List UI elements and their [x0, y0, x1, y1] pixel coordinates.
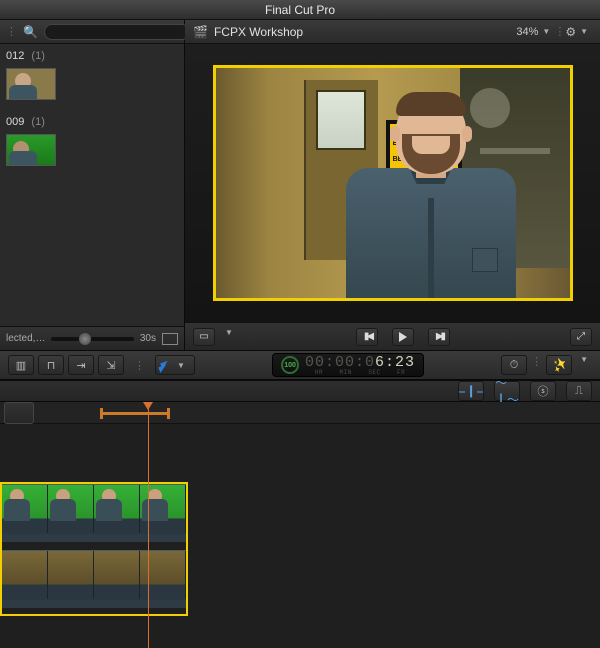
- audio-skimming-toggle[interactable]: 〜┃〜: [494, 381, 520, 401]
- search-input[interactable]: [44, 24, 190, 40]
- next-frame-button[interactable]: ▶▮: [428, 328, 450, 346]
- divider-icon: ⋮: [554, 25, 565, 38]
- event-group: 009 (1): [0, 114, 184, 170]
- filmstrip-icon[interactable]: [162, 333, 178, 345]
- timecode-dashboard[interactable]: 100 00:00:06:23 HR MIN SEC FR: [272, 353, 424, 377]
- selection-status: lected,…: [6, 333, 45, 344]
- clip-filmstrip-frame: [48, 551, 94, 599]
- timeline-ruler[interactable]: [0, 402, 600, 424]
- browser-toolbar: ⋮ 🔍: [0, 20, 184, 44]
- clip-filmstrip-frame: [94, 551, 140, 599]
- zoom-level[interactable]: 34%: [516, 26, 538, 38]
- event-browser: ⋮ 🔍 012 (1) 009 (1): [0, 20, 185, 350]
- chevron-down-icon: ▼: [177, 361, 185, 370]
- viewer-panel: 🎬 FCPX Workshop 34% ▼ ⋮ ⚙ ▼ CAUTIO EYE P…: [185, 20, 600, 350]
- divider-icon: ⋮: [134, 359, 145, 372]
- viewer-canvas[interactable]: CAUTIO EYE PROTECTION REQUIRED BEYOND TH…: [185, 44, 600, 322]
- fullscreen-button[interactable]: ⤢: [570, 328, 592, 346]
- chevron-down-icon[interactable]: ▼: [580, 355, 588, 375]
- arrow-cursor-icon: [160, 361, 170, 369]
- clip-filmstrip-frame: [140, 485, 186, 533]
- solo-toggle[interactable]: ⓢ: [530, 381, 556, 401]
- snapping-toggle[interactable]: ⎍: [566, 381, 592, 401]
- append-clip-button[interactable]: ⇲: [98, 355, 124, 375]
- tc-label-min: MIN: [340, 369, 352, 376]
- clip-duration-label: 30s: [140, 333, 156, 344]
- clip-row: [0, 130, 184, 170]
- browser-body[interactable]: 012 (1) 009 (1): [0, 44, 184, 326]
- tc-label-sec: SEC: [368, 369, 380, 376]
- event-header[interactable]: 009 (1): [0, 114, 184, 130]
- event-count: (1): [31, 116, 44, 128]
- prev-frame-button[interactable]: ▮◀: [356, 328, 378, 346]
- background-tasks-indicator[interactable]: 100: [281, 356, 299, 374]
- timeline-options-bar: ⎯┃⎯ 〜┃〜 ⓢ ⎍: [0, 380, 600, 402]
- selected-clips[interactable]: [0, 482, 188, 616]
- tc-label-fr: FR: [397, 369, 405, 376]
- timeline[interactable]: [0, 402, 600, 648]
- import-button[interactable]: ▥: [8, 355, 34, 375]
- app-title: Final Cut Pro: [265, 3, 335, 17]
- connected-clip-track[interactable]: [2, 484, 186, 542]
- video-frame: CAUTIO EYE PROTECTION REQUIRED BEYOND TH…: [213, 65, 573, 301]
- project-title: FCPX Workshop: [214, 25, 516, 39]
- playhead[interactable]: [148, 402, 149, 648]
- connect-clip-button[interactable]: ⊓: [38, 355, 64, 375]
- chevron-down-icon[interactable]: ▼: [580, 27, 588, 36]
- gear-icon[interactable]: ⚙: [565, 25, 576, 39]
- skimming-toggle[interactable]: ⎯┃⎯: [458, 381, 484, 401]
- clip-thumbnail[interactable]: [6, 134, 56, 166]
- event-count: (1): [31, 50, 44, 62]
- clip-filmstrip-frame: [2, 485, 48, 533]
- percent-value: 100: [284, 362, 296, 369]
- tc-label-hr: HR: [315, 369, 323, 376]
- clip-row: [0, 64, 184, 104]
- timeline-index-button[interactable]: [4, 402, 34, 424]
- chevron-down-icon[interactable]: ▼: [542, 27, 550, 36]
- retime-menu-button[interactable]: ⏱: [501, 355, 527, 375]
- event-name: 012: [6, 50, 24, 62]
- thumbnail-size-slider[interactable]: [51, 337, 133, 341]
- clip-thumbnail[interactable]: [6, 68, 56, 100]
- range-selection-marker[interactable]: [100, 412, 170, 415]
- divider-icon: ⋮: [531, 355, 542, 375]
- search-icon: 🔍: [23, 25, 38, 39]
- enhance-menu-button[interactable]: ✨: [546, 355, 572, 375]
- play-button[interactable]: [392, 328, 414, 346]
- browser-status-bar: lected,… 30s: [0, 326, 184, 350]
- primary-storyline-track[interactable]: [2, 550, 186, 608]
- clip-filmstrip-frame: [94, 485, 140, 533]
- event-header[interactable]: 012 (1): [0, 48, 184, 64]
- clip-filmstrip-frame: [48, 485, 94, 533]
- clip-filmstrip-frame: [140, 551, 186, 599]
- window-titlebar: Final Cut Pro: [0, 0, 600, 20]
- composited-subject: [346, 88, 516, 298]
- project-icon: 🎬: [193, 25, 208, 39]
- viewer-header: 🎬 FCPX Workshop 34% ▼ ⋮ ⚙ ▼: [185, 20, 600, 44]
- tool-selector[interactable]: ▼: [155, 355, 195, 375]
- insert-clip-button[interactable]: ⇥: [68, 355, 94, 375]
- divider-icon: ⋮: [6, 25, 17, 38]
- chevron-down-icon[interactable]: ▼: [225, 328, 233, 346]
- slider-knob[interactable]: [79, 333, 91, 345]
- event-name: 009: [6, 116, 24, 128]
- clip-filmstrip-frame: [2, 551, 48, 599]
- transform-tool-button[interactable]: ▭: [193, 328, 215, 346]
- event-group: 012 (1): [0, 48, 184, 104]
- viewer-transport: ▭ ▼ ▮◀ ▶▮ ⤢: [185, 322, 600, 350]
